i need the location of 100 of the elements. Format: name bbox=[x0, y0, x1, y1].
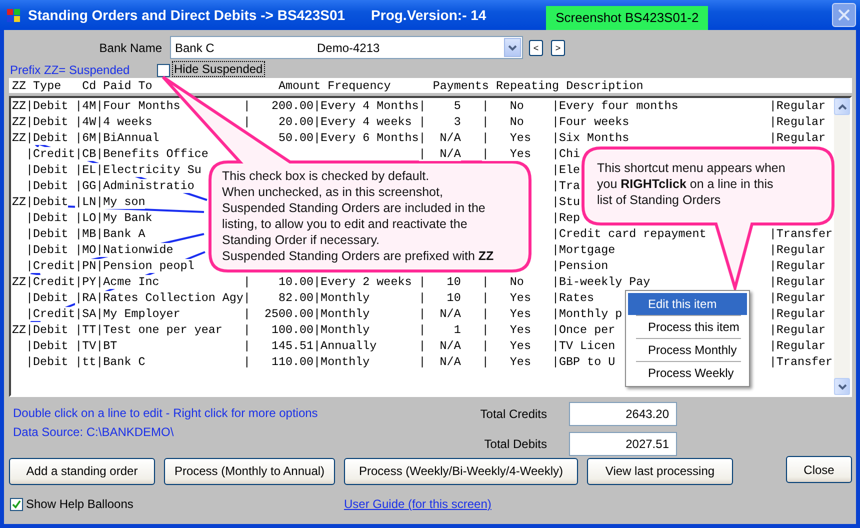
table-cell: |Debit bbox=[26, 291, 68, 305]
table-cell: |Debit bbox=[26, 355, 68, 369]
table-cell: | 10.00 bbox=[243, 275, 314, 289]
table-cell: |MO bbox=[75, 243, 96, 257]
table-cell: |Four Months bbox=[96, 99, 180, 113]
table-cell: | Yes bbox=[482, 307, 531, 321]
table-cell: |Every 2 weeks bbox=[314, 275, 412, 289]
table-cell: | 10 bbox=[418, 275, 461, 289]
table-cell: |EL bbox=[75, 163, 96, 177]
action-button[interactable]: Process (Weekly/Bi-Weekly/4-Weekly) bbox=[344, 458, 578, 484]
table-cell: |TT bbox=[75, 323, 96, 337]
table-cell: |Regular bbox=[769, 131, 826, 145]
hint-text: Data Source: C:\BANKDEMO\ bbox=[13, 425, 175, 439]
field-label: Bank Name bbox=[98, 40, 163, 54]
nav-button[interactable]: > bbox=[551, 40, 565, 56]
table-cell: | Yes bbox=[482, 355, 531, 369]
checkbox[interactable] bbox=[10, 498, 23, 510]
table-cell: | 110.00 bbox=[243, 355, 314, 369]
close-button[interactable]: Close bbox=[786, 456, 852, 483]
table-cell: | No bbox=[482, 275, 524, 289]
menu-item[interactable]: Edit this item bbox=[628, 293, 747, 315]
table-cell: |6M bbox=[75, 131, 96, 145]
table-cell: | N/A bbox=[418, 147, 461, 161]
table-cell: |Monthly bbox=[314, 355, 370, 369]
table-cell: | Yes bbox=[482, 147, 531, 161]
total-field[interactable]: 2643.20 bbox=[569, 402, 677, 426]
table-cell: |MB bbox=[75, 227, 96, 241]
table-cell: | 1 bbox=[418, 323, 461, 337]
table-cell: |Every 4 Months bbox=[314, 99, 419, 113]
checkbox[interactable] bbox=[157, 64, 170, 77]
scroll-down-button[interactable] bbox=[834, 378, 850, 395]
screenshot-badge: Screenshot BS423S01-2 bbox=[546, 6, 708, 30]
table-cell: |4W bbox=[75, 115, 96, 129]
table-cell: |Credit bbox=[26, 259, 76, 273]
action-button[interactable]: Process (Monthly to Annual) bbox=[164, 458, 335, 484]
table-cell: |Regular bbox=[769, 307, 826, 321]
table-cell: |My Employer bbox=[96, 307, 180, 321]
table-cell: | 82.00 bbox=[243, 291, 314, 305]
table-cell: |RA bbox=[75, 291, 96, 305]
table-cell: | 145.51 bbox=[243, 339, 314, 353]
table-cell: |Debit bbox=[26, 163, 68, 177]
menu-item[interactable]: Process Weekly bbox=[628, 362, 747, 384]
menu-item[interactable]: Process this item bbox=[628, 316, 747, 338]
table-cell: |Rates Collection Agy bbox=[96, 291, 244, 305]
table-cell: |Regular bbox=[769, 115, 826, 129]
table-cell: |Administratio bbox=[96, 179, 194, 193]
table-cell: |Debit bbox=[26, 115, 68, 129]
table-cell: |Debit bbox=[26, 179, 68, 193]
scrollbar[interactable] bbox=[834, 98, 850, 395]
version-label: Prog.Version:- 14 bbox=[371, 7, 486, 23]
table-cell: |BT bbox=[96, 339, 118, 353]
table-cell: |Regular bbox=[769, 339, 826, 353]
table-cell: | 200.00 bbox=[243, 99, 314, 113]
table-cell: |Bank A bbox=[96, 227, 146, 241]
action-button[interactable]: View last processing bbox=[587, 458, 733, 484]
balloon-text: This check box is checked by default. When unchecked, as in this screenshot, Suspended Standing Orders are included in the listing, to allow you to edit and reactivate the Standing Order if necessary. Suspended Standing Orders are prefixed with ZZ bbox=[222, 168, 494, 264]
table-cell: | Yes bbox=[482, 339, 531, 353]
table-cell: |Benefits Office bbox=[96, 147, 208, 161]
table-cell: |Debit bbox=[26, 131, 68, 145]
table-cell: |TV bbox=[75, 339, 96, 353]
balloon-text: This shortcut menu appears when you RIGHTclick on a line in this list of Standing Orders bbox=[597, 160, 786, 208]
field-label: Total Debits bbox=[483, 436, 548, 450]
total-field[interactable]: 2027.51 bbox=[569, 432, 677, 456]
table-cell: | Yes bbox=[482, 323, 531, 337]
window-title: Standing Orders and Direct Debits -> BS423S01 bbox=[28, 7, 346, 23]
table-cell: |Acme Inc bbox=[96, 275, 160, 289]
table-cell: |Annually bbox=[314, 339, 377, 353]
table-cell: | No bbox=[482, 99, 524, 113]
scroll-up-button[interactable] bbox=[834, 98, 850, 115]
table-cell: |PN bbox=[75, 259, 96, 273]
table-cell: |Credit bbox=[26, 307, 76, 321]
table-cell: |Electricity Su bbox=[96, 163, 202, 177]
nav-button[interactable]: < bbox=[529, 40, 543, 56]
table-cell: |SA bbox=[75, 307, 96, 321]
table-cell: |PY bbox=[75, 275, 96, 289]
checkbox-label[interactable]: Hide Suspended bbox=[172, 61, 265, 77]
table-cell: |Debit bbox=[26, 339, 68, 353]
user-guide-link[interactable]: User Guide (for this screen) bbox=[344, 497, 492, 511]
table-cell: | Yes bbox=[482, 131, 531, 145]
table-cell: |Regular bbox=[769, 291, 826, 305]
table-cell: |LN bbox=[75, 195, 96, 209]
table-cell: |GG bbox=[75, 179, 96, 193]
list-header: ZZ Type Cd Paid To Amount Frequency Payments Repeating Description bbox=[9, 78, 852, 93]
bank-select[interactable]: Bank C Demo-4213 bbox=[170, 36, 523, 59]
prefix-note: Prefix ZZ= Suspended bbox=[10, 63, 131, 77]
table-cell: |Monthly bbox=[314, 307, 370, 321]
checkbox-label[interactable]: Show Help Balloons bbox=[26, 497, 326, 511]
action-button[interactable]: Add a standing order bbox=[9, 458, 155, 484]
table-cell: |Regular bbox=[769, 323, 826, 337]
chevron-up-icon bbox=[838, 104, 846, 110]
menu-item[interactable]: Process Monthly bbox=[628, 339, 747, 361]
table-cell: |Debit bbox=[26, 227, 68, 241]
table-cell: |Monthly bbox=[314, 323, 370, 337]
table-cell: |LO bbox=[75, 211, 96, 225]
table-cell: | N/A bbox=[418, 355, 461, 369]
table-cell: | N/A bbox=[418, 339, 461, 353]
table-cell: |Test one per year bbox=[96, 323, 222, 337]
table-cell: |Debit bbox=[26, 243, 68, 257]
table-cell: |Regular bbox=[769, 99, 826, 113]
app-icon bbox=[6, 7, 22, 23]
